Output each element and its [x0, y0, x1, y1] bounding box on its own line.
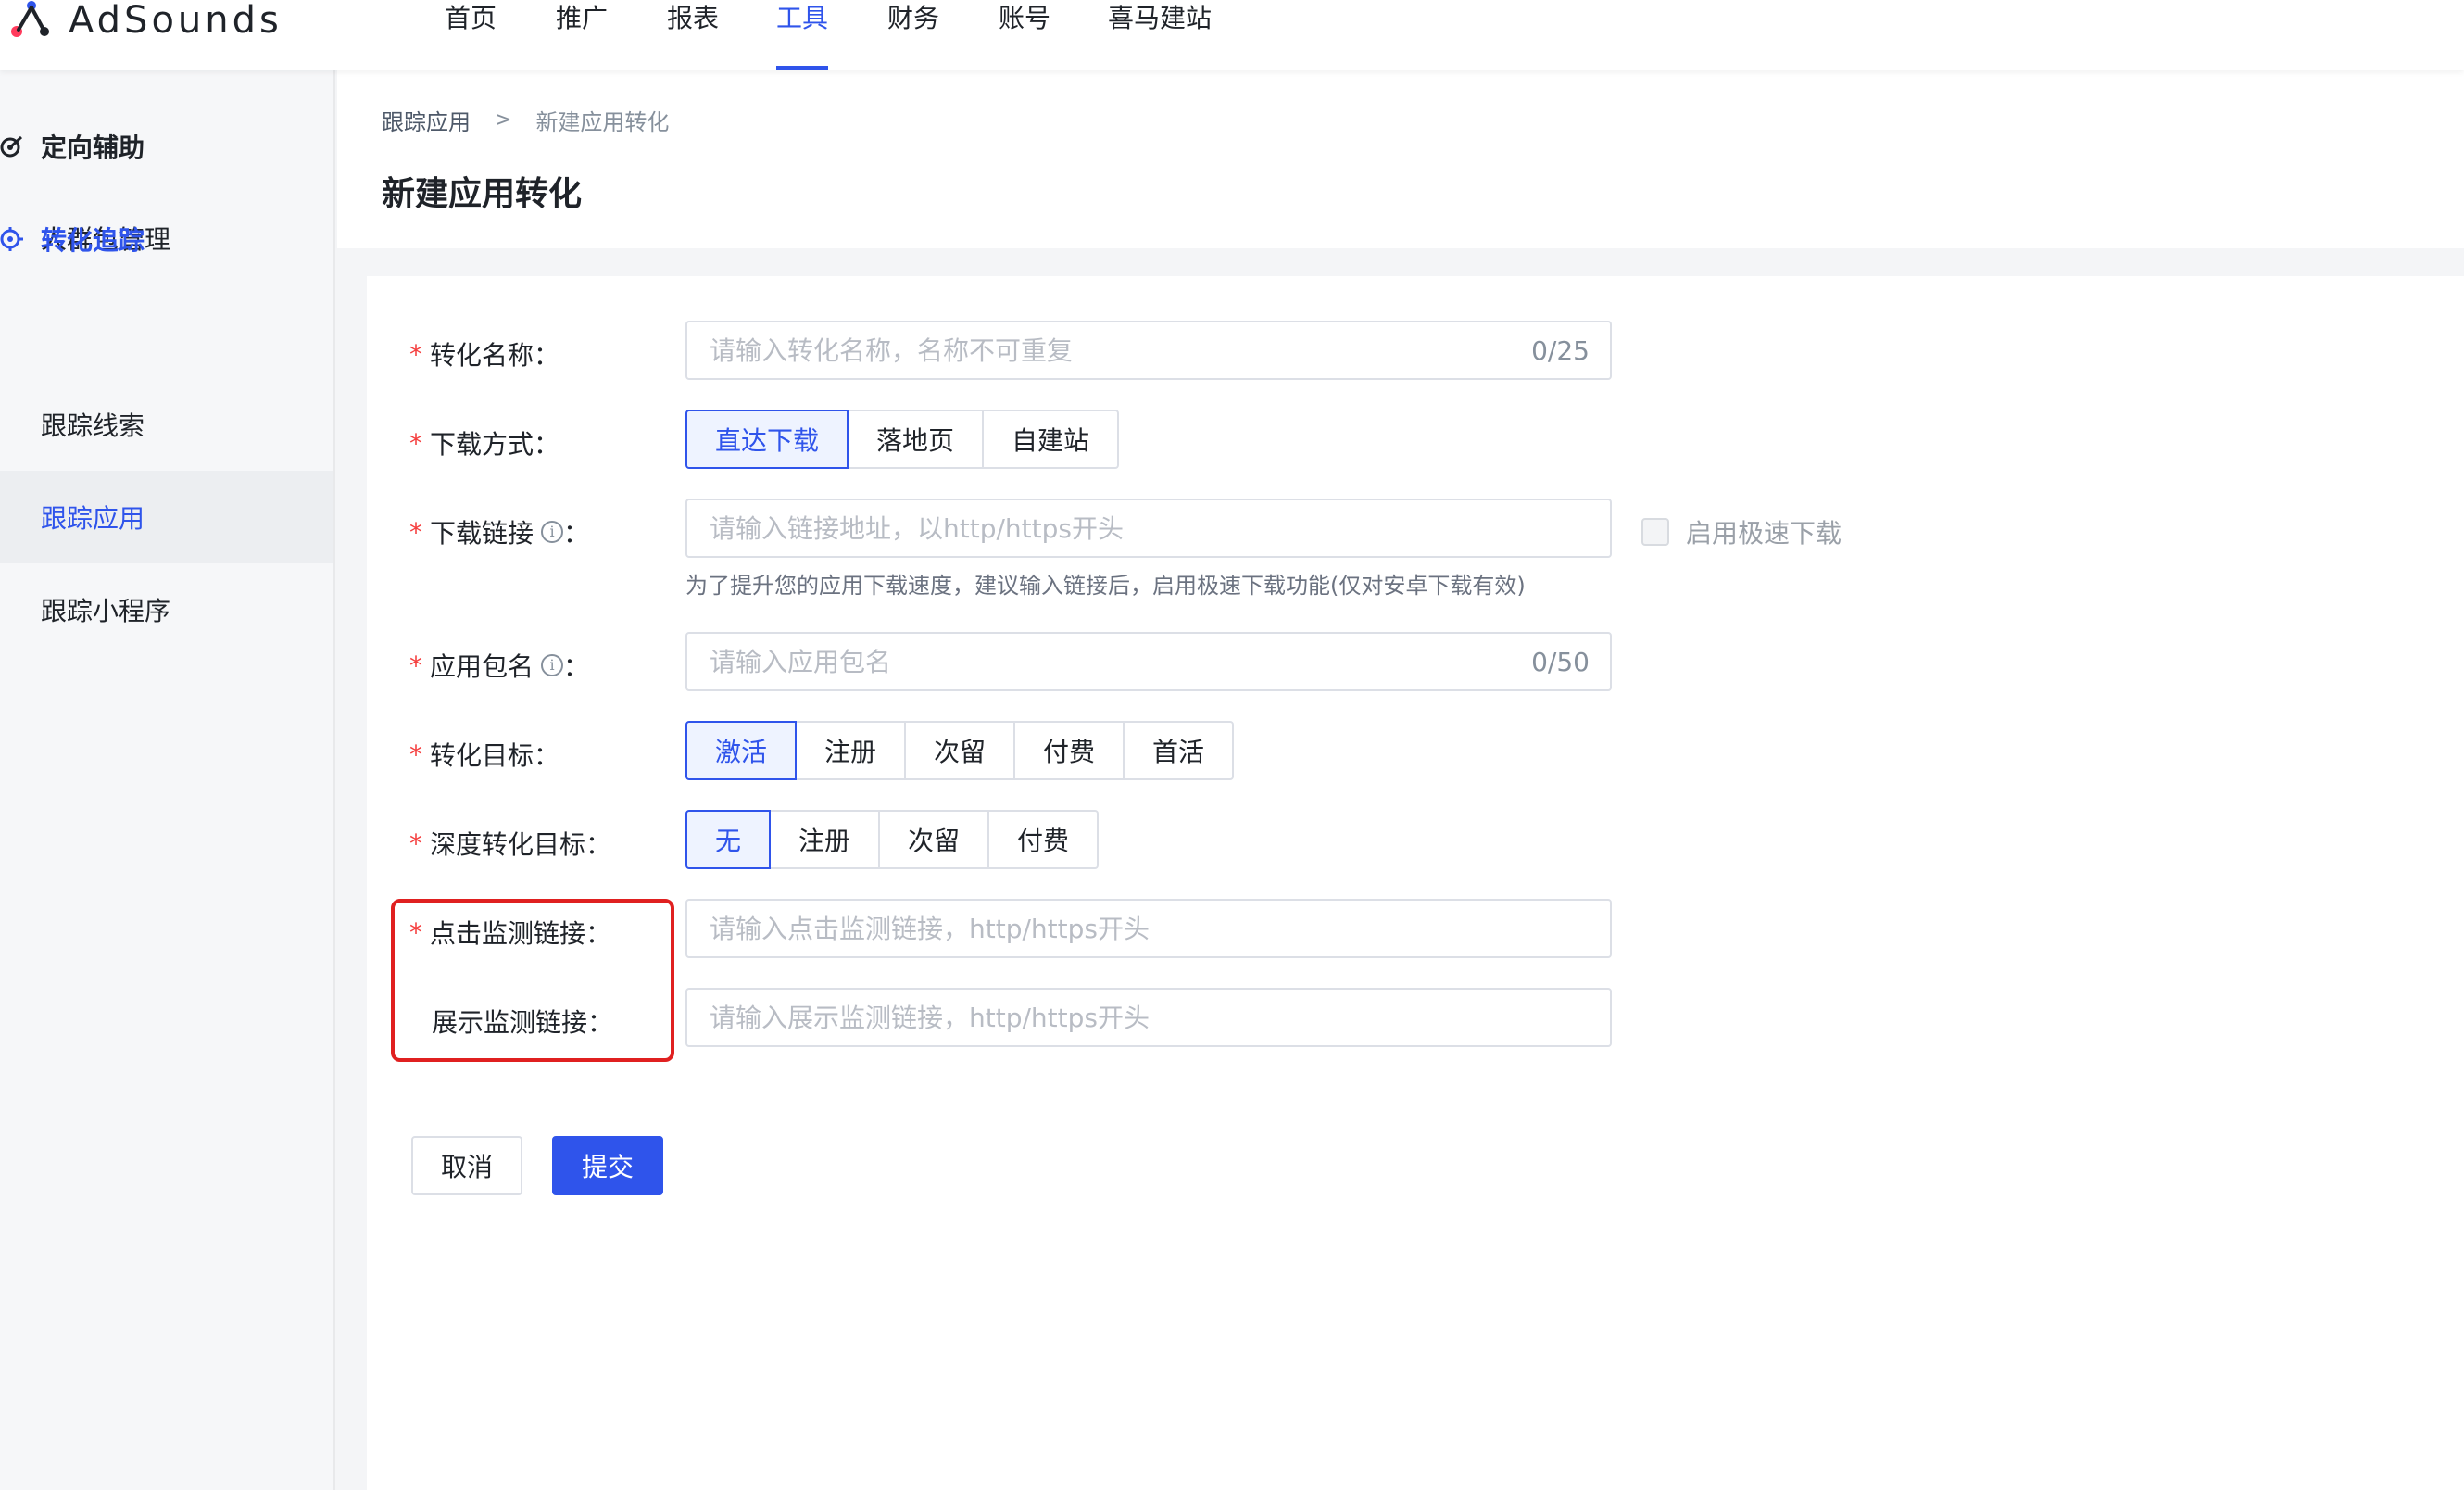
download-method-label: * 下载方式：: [409, 424, 559, 461]
download-link-field[interactable]: [685, 499, 1612, 558]
option-register[interactable]: 注册: [769, 810, 880, 869]
nav-item-finance[interactable]: 财务: [887, 0, 999, 70]
sidebar-item-leads[interactable]: 跟踪线索: [0, 378, 333, 471]
label-text: 下载方式: [430, 429, 534, 460]
package-name-field[interactable]: 0/50: [685, 632, 1612, 691]
brand-logo[interactable]: AdSounds: [7, 0, 283, 42]
sidebar-item-label: 跟踪线索: [41, 410, 145, 441]
fast-download-checkbox[interactable]: [1641, 518, 1669, 546]
required-marker: *: [409, 739, 422, 770]
required-marker: *: [409, 650, 422, 681]
page-title: 新建应用转化: [382, 175, 583, 213]
label-colon: ：: [534, 429, 560, 460]
option-retention[interactable]: 次留: [878, 810, 989, 869]
top-header: AdSounds 首页 推广 报表 工具 财务 账号 喜马建站: [0, 0, 2464, 70]
deep-goal-label: * 深度转化目标：: [409, 825, 611, 862]
sidebar-item-app[interactable]: 跟踪应用: [0, 471, 333, 563]
label-colon: ：: [534, 340, 560, 371]
option-register[interactable]: 注册: [795, 721, 906, 780]
cancel-button[interactable]: 取消: [411, 1136, 522, 1195]
required-marker: *: [409, 916, 422, 948]
option-retention[interactable]: 次留: [904, 721, 1015, 780]
nav-item-home[interactable]: 首页: [445, 0, 556, 70]
breadcrumb-current: 新建应用转化: [535, 109, 670, 135]
conversion-name-input[interactable]: [687, 335, 1502, 366]
conversion-name-label: * 转化名称：: [409, 335, 559, 372]
submit-button[interactable]: 提交: [552, 1136, 663, 1195]
fast-download-label: 启用极速下载: [1686, 518, 1842, 549]
sidebar-group-label: 转化追踪: [41, 225, 145, 256]
click-monitor-label: * 点击监测链接：: [409, 914, 611, 951]
option-landing-page[interactable]: 落地页: [847, 410, 984, 469]
option-none[interactable]: 无: [685, 810, 771, 869]
breadcrumb-parent-link[interactable]: 跟踪应用: [382, 104, 471, 136]
label-colon: ：: [534, 740, 560, 771]
label-text: 点击监测链接: [430, 918, 586, 949]
required-marker: *: [409, 427, 422, 459]
nav-item-site-builder[interactable]: 喜马建站: [1108, 0, 1238, 70]
label-text: 应用包名: [430, 651, 534, 682]
option-activate[interactable]: 激活: [685, 721, 797, 780]
label-text: 转化名称: [430, 340, 534, 371]
option-pay[interactable]: 付费: [1013, 721, 1125, 780]
impression-monitor-label: 展示监测链接：: [432, 1003, 613, 1040]
conversion-goal-selector: 激活 注册 次留 付费 首活: [685, 721, 1234, 780]
page-header: 跟踪应用 > 新建应用转化 新建应用转化: [337, 70, 2464, 248]
info-icon[interactable]: i: [541, 654, 564, 676]
brand-name: AdSounds: [69, 0, 283, 42]
conversion-name-field[interactable]: 0/25: [685, 321, 1612, 380]
char-counter: 0/25: [1531, 335, 1590, 366]
click-monitor-input[interactable]: [687, 913, 1502, 944]
impression-monitor-field[interactable]: [685, 988, 1612, 1047]
sidebar-item-miniprogram[interactable]: 跟踪小程序: [0, 563, 333, 656]
label-text: 深度转化目标: [430, 829, 586, 860]
breadcrumb-separator-icon: >: [495, 108, 512, 132]
required-marker: *: [409, 516, 422, 548]
form-panel: * 转化名称： 0/25 * 下载方式： 直达下载 落地页 自建站 * 下载链接…: [367, 276, 2464, 1490]
info-icon[interactable]: i: [541, 521, 564, 543]
sidebar-group-targeting[interactable]: 定向辅助: [0, 119, 333, 174]
nav-item-account[interactable]: 账号: [999, 0, 1108, 70]
download-method-selector: 直达下载 落地页 自建站: [685, 410, 1119, 469]
label-text: 展示监测链接: [432, 1007, 588, 1038]
label-colon: ：: [585, 918, 612, 949]
option-pay[interactable]: 付费: [987, 810, 1099, 869]
nav-item-promotion[interactable]: 推广: [556, 0, 667, 70]
label-text: 转化目标: [430, 740, 534, 771]
char-counter: 0/50: [1531, 646, 1590, 677]
crosshair-icon: [0, 227, 23, 251]
fast-download-option[interactable]: 启用极速下载: [1641, 513, 1842, 550]
label-colon: ：: [587, 1007, 614, 1038]
package-name-input[interactable]: [687, 646, 1502, 677]
required-marker: *: [409, 827, 422, 859]
sidebar-group-conversion[interactable]: 转化追踪: [0, 211, 333, 267]
label-colon: ：: [563, 651, 590, 682]
breadcrumb: 跟踪应用 > 新建应用转化: [382, 104, 669, 136]
download-link-hint: 为了提升您的应用下载速度，建议输入链接后，启用极速下载功能(仅对安卓下载有效): [685, 573, 1526, 599]
sidebar-item-label: 跟踪小程序: [41, 596, 171, 626]
package-name-label: * 应用包名 i：: [409, 647, 589, 684]
sidebar-item-label: 跟踪应用: [41, 503, 145, 534]
target-icon: [0, 135, 23, 158]
impression-monitor-input[interactable]: [687, 1002, 1502, 1033]
sidebar-group-label: 定向辅助: [41, 133, 145, 163]
option-first-active[interactable]: 首活: [1123, 721, 1234, 780]
label-colon: ：: [563, 518, 590, 549]
label-text: 下载链接: [430, 518, 534, 549]
nav-item-tools[interactable]: 工具: [776, 0, 828, 70]
label-colon: ：: [585, 829, 612, 860]
deep-goal-selector: 无 注册 次留 付费: [685, 810, 1099, 869]
download-link-input[interactable]: [687, 512, 1502, 544]
sidebar: 定向辅助 人群包管理 转化追踪 跟踪线索 跟踪应用 跟踪小程序: [0, 70, 335, 1490]
click-monitor-field[interactable]: [685, 899, 1612, 958]
conversion-goal-label: * 转化目标：: [409, 736, 559, 773]
nav-item-reports[interactable]: 报表: [667, 0, 776, 70]
download-link-label: * 下载链接 i：: [409, 513, 589, 550]
required-marker: *: [409, 338, 422, 370]
option-direct-download[interactable]: 直达下载: [685, 410, 849, 469]
adsounds-logo-icon: [11, 1, 49, 37]
option-self-site[interactable]: 自建站: [982, 410, 1119, 469]
main-nav: 首页 推广 报表 工具 财务 账号 喜马建站: [445, 0, 1238, 70]
